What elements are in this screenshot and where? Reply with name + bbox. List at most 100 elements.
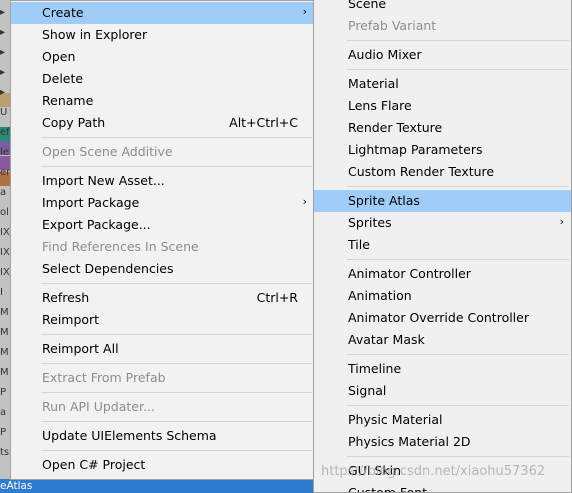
menu-item-physic-material[interactable]: Physic Material <box>314 409 571 431</box>
menu-item-label: Physic Material <box>348 412 443 427</box>
menu-item-animation[interactable]: Animation <box>314 285 571 307</box>
menu-separator <box>347 354 569 355</box>
menu-item-sprite-atlas[interactable]: Sprite Atlas <box>314 190 571 212</box>
strip-row-text: le <box>0 147 9 158</box>
strip-row-text: ol <box>0 207 9 218</box>
menu-item-sprites[interactable]: Sprites › <box>314 212 571 234</box>
menu-item-label: Animation <box>348 288 412 303</box>
menu-item-lightmap-parameters[interactable]: Lightmap Parameters <box>314 139 571 161</box>
strip-row-text: ▸ <box>0 27 6 38</box>
menu-item-copy-path[interactable]: Copy Path Alt+Ctrl+C <box>11 112 314 134</box>
menu-item-label: Sprite Atlas <box>348 193 420 208</box>
menu-item-material[interactable]: Material <box>314 73 571 95</box>
menu-item-label: Custom Render Texture <box>348 164 495 179</box>
menu-item-label: Rename <box>42 93 94 108</box>
menu-item-open-c-project[interactable]: Open C# Project <box>11 454 314 476</box>
menu-item-select-dependencies[interactable]: Select Dependencies <box>11 258 314 280</box>
menu-item-signal[interactable]: Signal <box>314 380 571 402</box>
menu-separator <box>347 69 569 70</box>
menu-item-custom-render-texture[interactable]: Custom Render Texture <box>314 161 571 183</box>
menu-item-label: Timeline <box>348 361 402 376</box>
chevron-right-icon: › <box>302 195 307 208</box>
menu-separator <box>347 259 569 260</box>
menu-item-label: Material <box>348 76 399 91</box>
menu-item-label: Sprites <box>348 215 392 230</box>
menu-item-label: Lightmap Parameters <box>348 142 483 157</box>
menu-item-scene[interactable]: Scene <box>314 0 571 15</box>
menu-separator <box>41 450 312 451</box>
strip-row-text: P <box>0 387 7 398</box>
strip-row-text: er <box>0 167 10 178</box>
menu-item-label: Select Dependencies <box>42 261 174 276</box>
menu-item-animator-controller[interactable]: Animator Controller <box>314 263 571 285</box>
watermark-text: https://blog.csdn.net/xiaohu57362 <box>321 464 546 479</box>
menu-item-label: Reimport All <box>42 341 119 356</box>
menu-item-import-new-asset[interactable]: Import New Asset... <box>11 170 314 192</box>
menu-item-label: Physics Material 2D <box>348 434 471 449</box>
menu-item-rename[interactable]: Rename <box>11 90 314 112</box>
menu-item-delete[interactable]: Delete <box>11 68 314 90</box>
menu-separator <box>41 392 312 393</box>
menu-item-label: Import Package <box>42 195 140 210</box>
menu-item-open[interactable]: Open <box>11 46 314 68</box>
menu-item-reimport-all[interactable]: Reimport All <box>11 338 314 360</box>
menu-item-lens-flare[interactable]: Lens Flare <box>314 95 571 117</box>
menu-item-shortcut: Alt+Ctrl+C <box>229 115 298 130</box>
menu-item-label: Audio Mixer <box>348 47 422 62</box>
strip-row-text: P <box>0 427 7 438</box>
menu-item-shortcut: Ctrl+R <box>256 290 298 305</box>
menu-item-export-package[interactable]: Export Package... <box>11 214 314 236</box>
menu-separator <box>347 405 569 406</box>
menu-item-update-uielements-schema[interactable]: Update UIElements Schema <box>11 425 314 447</box>
menu-item-timeline[interactable]: Timeline <box>314 358 571 380</box>
menu-item-physics-material-2d[interactable]: Physics Material 2D <box>314 431 571 453</box>
menu-separator <box>347 186 569 187</box>
strip-row-text: M <box>0 347 9 358</box>
menu-item-tile[interactable]: Tile <box>314 234 571 256</box>
strip-row-text: U <box>0 107 8 118</box>
menu-item-import-package[interactable]: Import Package › <box>11 192 314 214</box>
menu-item-label: Open C# Project <box>42 457 146 472</box>
strip-row-text: M <box>0 307 9 318</box>
menu-item-label: Lens Flare <box>348 98 412 113</box>
menu-item-show-in-explorer[interactable]: Show in Explorer <box>11 24 314 46</box>
menu-item-label: Signal <box>348 383 387 398</box>
strip-row-text: ts <box>0 447 10 458</box>
chevron-right-icon: › <box>559 215 564 228</box>
menu-item-label: Copy Path <box>42 115 106 130</box>
menu-item-render-texture[interactable]: Render Texture <box>314 117 571 139</box>
menu-item-label: Open Scene Additive <box>42 144 173 159</box>
strip-row-text: ▸ <box>0 67 6 78</box>
menu-item-label: Reimport <box>42 312 100 327</box>
menu-item-refresh[interactable]: Refresh Ctrl+R <box>11 287 314 309</box>
menu-item-create[interactable]: Create › <box>11 2 314 24</box>
strip-row-text: ef <box>0 127 10 138</box>
menu-item-label: Avatar Mask <box>348 332 425 347</box>
menu-item-label: Prefab Variant <box>348 18 437 33</box>
menu-separator <box>41 283 312 284</box>
menu-item-label: Create <box>42 5 84 20</box>
menu-item-label: Animator Controller <box>348 266 471 281</box>
menu-item-label: Open <box>42 49 76 64</box>
strip-row-text: M <box>0 367 9 378</box>
menu-separator <box>41 166 312 167</box>
menu-item-prefab-variant: Prefab Variant <box>314 15 571 37</box>
menu-item-reimport[interactable]: Reimport <box>11 309 314 331</box>
menu-item-open-scene-additive: Open Scene Additive <box>11 141 314 163</box>
menu-separator <box>347 40 569 41</box>
menu-item-avatar-mask[interactable]: Avatar Mask <box>314 329 571 351</box>
menu-item-audio-mixer[interactable]: Audio Mixer <box>314 44 571 66</box>
menu-separator <box>41 363 312 364</box>
menu-item-label: Update UIElements Schema <box>42 428 217 443</box>
context-menu-main: Create › Show in Explorer Open Delete Rename C… <box>10 0 315 480</box>
menu-item-custom-font[interactable]: Custom Font <box>314 482 571 492</box>
bottom-bar-text: eAtlas <box>0 480 33 492</box>
menu-item-label: Run API Updater... <box>42 399 155 414</box>
menu-item-label: Refresh <box>42 290 90 305</box>
menu-separator <box>41 334 312 335</box>
editor-left-strip: ▸ ▸ ▸ ▸ ▸ Uef le er a ol IX IX IX I M M M M Pa Pts <box>0 0 10 493</box>
menu-item-animator-override-controller[interactable]: Animator Override Controller <box>314 307 571 329</box>
project-bottom-bar: eAtlas <box>0 479 313 493</box>
strip-row-text: IX <box>0 267 10 278</box>
menu-separator <box>41 421 312 422</box>
